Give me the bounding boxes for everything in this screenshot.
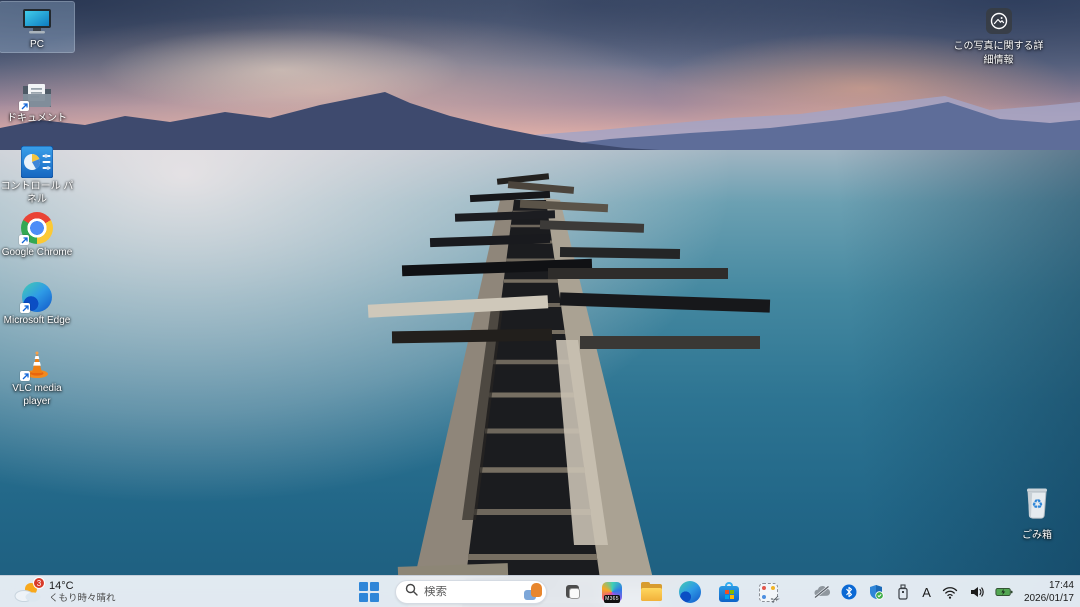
file-explorer-icon: [640, 581, 662, 601]
desktop-icon-label: コントロール パネル: [0, 181, 74, 205]
desktop-icon-google-chrome[interactable]: Google Chrome: [0, 210, 74, 260]
spotlight-info[interactable]: この写真に関する詳細情報: [951, 8, 1046, 68]
microsoft-365-copilot-button[interactable]: M365: [599, 579, 625, 605]
wallpaper-scenery: [0, 92, 1080, 607]
task-view-icon: [563, 582, 583, 602]
search-icon: [405, 583, 418, 601]
shortcut-arrow-icon: [19, 101, 29, 111]
shortcut-arrow-icon: [20, 303, 30, 313]
desktop-icon-pc[interactable]: PC: [0, 1, 75, 53]
spotlight-label: この写真に関する詳細情報: [953, 41, 1044, 66]
desktop-icon-label: Google Chrome: [1, 247, 73, 258]
chrome-icon: [19, 210, 53, 245]
security-shield-icon[interactable]: [867, 583, 885, 601]
bluetooth-icon[interactable]: [840, 583, 858, 601]
desktop-icon-microsoft-edge[interactable]: Microsoft Edge: [0, 278, 74, 328]
documents-folder-icon: [19, 76, 53, 111]
desktop: PC ドキュメント コントロール パネル Google Chrome Micro…: [0, 0, 1080, 607]
desktop-icon-label: PC: [30, 39, 44, 50]
microsoft-store-button[interactable]: [716, 579, 742, 605]
weather-widget[interactable]: 3 14°C くもり時々晴れ: [8, 576, 122, 607]
desktop-icon-label: ドキュメント: [7, 113, 67, 124]
vlc-cone-icon: [20, 346, 52, 381]
notification-badge: 3: [33, 577, 45, 589]
task-view-button[interactable]: [560, 579, 586, 605]
recycle-bin-label: ごみ箱: [1022, 530, 1052, 541]
volume-icon[interactable]: [968, 583, 986, 601]
spotlight-picture-icon[interactable]: [985, 8, 1012, 34]
control-panel-icon: [21, 144, 53, 178]
weather-cloud-sun-icon: 3: [14, 577, 45, 604]
microsoft-edge-button[interactable]: [677, 579, 703, 605]
desktop-icon-documents[interactable]: ドキュメント: [0, 76, 74, 126]
start-button[interactable]: [356, 579, 382, 605]
pier: [367, 173, 771, 607]
bing-daily-image-icon[interactable]: [524, 583, 542, 601]
usb-device-icon[interactable]: [894, 583, 912, 601]
taskbar: 3 14°C くもり時々晴れ 検索 M365 ✂ A 17:44 2026/01…: [0, 575, 1080, 607]
desktop-icon-control-panel[interactable]: コントロール パネル: [0, 144, 74, 206]
edge-icon: [679, 581, 701, 603]
windows-start-icon: [359, 582, 379, 602]
pc-monitor-icon: [20, 2, 54, 36]
desktop-icon-recycle-bin[interactable]: ♻ ごみ箱: [1005, 486, 1069, 541]
clock-time: 17:44: [1048, 580, 1074, 591]
edge-icon: [20, 278, 52, 313]
onedrive-slash-icon[interactable]: [813, 583, 831, 601]
weather-condition: くもり時々晴れ: [49, 592, 116, 604]
m365-badge: M365: [604, 595, 620, 603]
desktop-icon-vlc[interactable]: VLC media player: [0, 346, 74, 408]
shortcut-arrow-icon: [20, 371, 30, 381]
file-explorer-button[interactable]: [638, 579, 664, 605]
svg-text:♻: ♻: [1032, 497, 1044, 512]
desktop-icon-label: VLC media player: [12, 383, 62, 407]
taskbar-center: M365 ✂: [356, 576, 783, 607]
clock-date: 2026/01/17: [1023, 593, 1074, 604]
recycle-bin-icon: ♻: [1022, 486, 1052, 524]
shortcut-arrow-icon: [19, 235, 29, 245]
system-tray: A 17:44 2026/01/17: [813, 576, 1074, 607]
copilot-icon: M365: [602, 582, 622, 603]
weather-text: 14°C くもり時々晴れ: [49, 580, 116, 605]
battery-charging-icon[interactable]: [995, 583, 1013, 601]
weather-temperature: 14°C: [49, 579, 74, 592]
snipping-tool-button[interactable]: ✂: [755, 579, 783, 607]
snipping-tool-icon: ✂: [758, 582, 783, 607]
search-input[interactable]: [424, 586, 518, 598]
desktop-icon-label: Microsoft Edge: [3, 315, 71, 326]
wifi-icon[interactable]: [941, 583, 959, 601]
microsoft-store-icon: [719, 582, 739, 602]
ime-mode-indicator[interactable]: A: [921, 585, 932, 600]
taskbar-search[interactable]: [395, 580, 547, 604]
taskbar-clock[interactable]: 17:44 2026/01/17: [1022, 579, 1074, 605]
